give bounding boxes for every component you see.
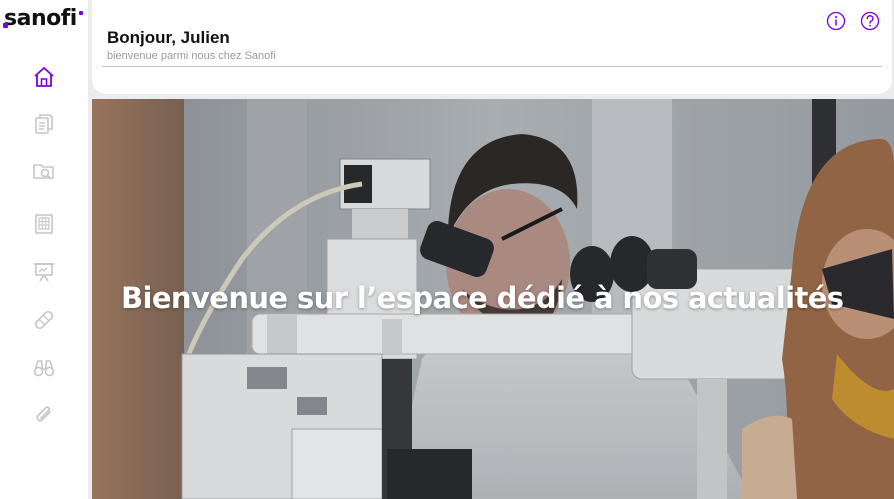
greeting: Bonjour, Julien (107, 28, 230, 47)
logo-i-dot (79, 11, 83, 15)
header: Bonjour, Julien bienvenue parmi nous che… (92, 0, 892, 94)
sidebar-item-bandage[interactable] (30, 306, 58, 334)
logo-dot (3, 23, 8, 28)
sanofi-logo[interactable]: sanofi (4, 6, 77, 31)
sidebar-item-folder-search[interactable] (30, 157, 58, 185)
folder-search-icon (33, 164, 54, 180)
sidebar-item-presentation[interactable] (30, 258, 58, 286)
welcome-subtitle: bienvenue parmi nous chez Sanofi (107, 50, 276, 62)
binoculars-icon (33, 360, 55, 377)
hero-banner: Bienvenue sur l’espace dédié à nos actua… (92, 99, 894, 499)
sidebar-item-documents[interactable] (30, 110, 58, 138)
sidebar: sanofi (0, 0, 88, 499)
info-icon (826, 11, 846, 31)
sidebar-item-building[interactable] (30, 210, 58, 238)
home-icon (34, 67, 54, 87)
presentation-icon (34, 263, 54, 282)
sidebar-item-home[interactable] (30, 63, 58, 91)
documents-icon (35, 114, 53, 134)
info-button[interactable] (825, 10, 847, 32)
hero-title: Bienvenue sur l’espace dédié à nos actua… (121, 281, 844, 315)
header-divider (102, 66, 882, 67)
help-button[interactable] (859, 10, 881, 32)
building-icon (35, 214, 53, 234)
help-icon (860, 11, 880, 31)
sidebar-item-binoculars[interactable] (30, 354, 58, 382)
bandage-icon (34, 310, 54, 330)
sidebar-item-attachment[interactable] (30, 401, 58, 429)
paperclip-icon (36, 406, 51, 422)
